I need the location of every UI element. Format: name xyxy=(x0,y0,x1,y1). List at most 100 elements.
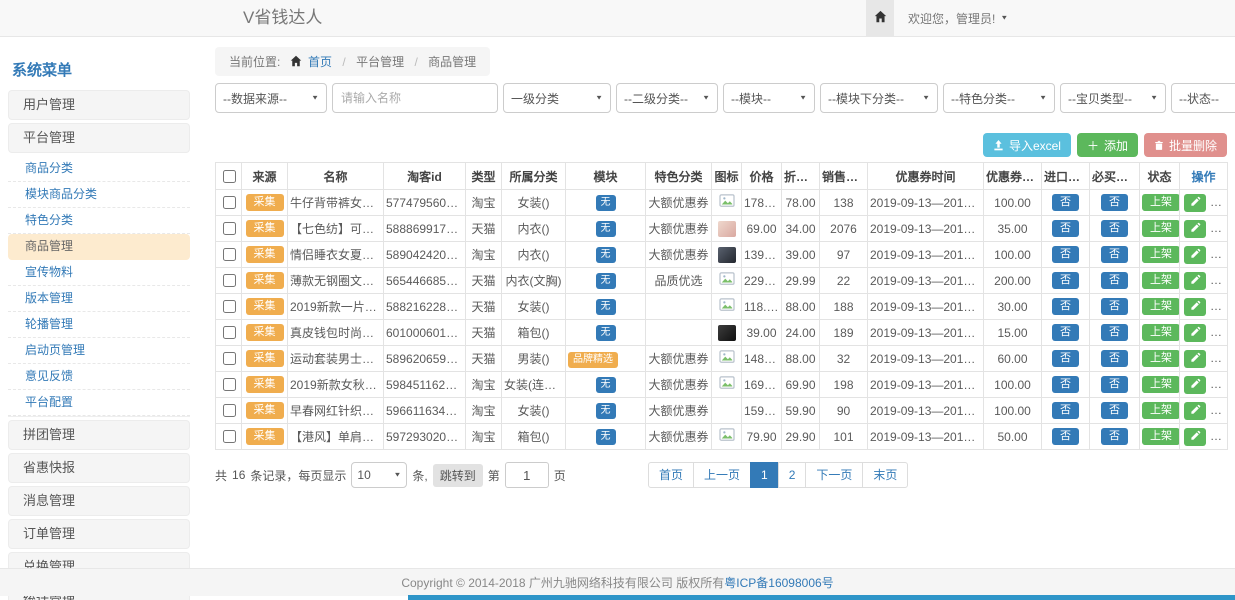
row-checkbox[interactable] xyxy=(223,222,236,235)
sidebar-item[interactable]: 消息管理 xyxy=(8,486,190,516)
status-badge[interactable]: 上架 xyxy=(1142,402,1180,419)
sidebar-item[interactable]: 省惠快报 xyxy=(8,453,190,483)
status-badge[interactable]: 上架 xyxy=(1142,376,1180,393)
page-button[interactable]: 末页 xyxy=(862,462,908,488)
sidebar-subitem[interactable]: 意见反馈 xyxy=(8,364,190,390)
module-badge[interactable]: 无 xyxy=(596,299,616,315)
name-search-input[interactable] xyxy=(332,83,498,113)
home-button[interactable] xyxy=(866,0,894,36)
import-select-toggle[interactable]: 否 xyxy=(1052,350,1079,367)
sidebar-subitem[interactable]: 商品分类 xyxy=(8,156,190,182)
module-badge[interactable]: 无 xyxy=(596,429,616,445)
status-badge[interactable]: 上架 xyxy=(1142,272,1180,289)
page-button[interactable]: 2 xyxy=(778,462,807,488)
page-size-select[interactable]: 10 ▼ xyxy=(351,462,407,488)
status-badge[interactable]: 上架 xyxy=(1142,428,1180,445)
user-menu[interactable]: 欢迎您，管理员! ▼ xyxy=(908,10,1008,27)
must-buy-toggle[interactable]: 否 xyxy=(1101,298,1128,315)
sidebar-subitem[interactable]: 平台配置 xyxy=(8,390,190,416)
import-select-toggle[interactable]: 否 xyxy=(1052,428,1079,445)
import-excel-button[interactable]: 导入excel xyxy=(983,133,1071,157)
module-badge[interactable]: 无 xyxy=(596,377,616,393)
import-select-toggle[interactable]: 否 xyxy=(1052,246,1079,263)
row-checkbox[interactable] xyxy=(223,300,236,313)
page-jump-input[interactable] xyxy=(505,462,549,488)
edit-button[interactable] xyxy=(1184,220,1206,238)
page-button[interactable]: 首页 xyxy=(648,462,694,488)
sidebar-subitem[interactable]: 宣传物料 xyxy=(8,260,190,286)
import-select-toggle[interactable]: 否 xyxy=(1052,402,1079,419)
edit-button[interactable] xyxy=(1184,298,1206,316)
edit-button[interactable] xyxy=(1184,376,1206,394)
import-select-toggle[interactable]: 否 xyxy=(1052,376,1079,393)
edit-button[interactable] xyxy=(1184,324,1206,342)
sidebar-item[interactable]: 订单管理 xyxy=(8,519,190,549)
must-buy-toggle[interactable]: 否 xyxy=(1101,402,1128,419)
jump-button[interactable]: 跳转到 xyxy=(433,464,483,487)
page-button[interactable]: 下一页 xyxy=(805,462,863,488)
status-badge[interactable]: 上架 xyxy=(1142,246,1180,263)
must-buy-toggle[interactable]: 否 xyxy=(1101,220,1128,237)
must-buy-toggle[interactable]: 否 xyxy=(1101,350,1128,367)
sidebar-subitem[interactable]: 版本管理 xyxy=(8,286,190,312)
module-badge[interactable]: 无 xyxy=(596,273,616,289)
data-source-select[interactable]: --数据来源--▼ xyxy=(215,83,327,113)
module-badge[interactable]: 无 xyxy=(596,195,616,211)
sidebar-subitem[interactable]: 商品管理 xyxy=(8,234,190,260)
edit-button[interactable] xyxy=(1184,194,1206,212)
row-checkbox[interactable] xyxy=(223,248,236,261)
row-checkbox[interactable] xyxy=(223,326,236,339)
must-buy-toggle[interactable]: 否 xyxy=(1101,272,1128,289)
row-checkbox[interactable] xyxy=(223,430,236,443)
status-select[interactable]: --状态--▼ xyxy=(1171,83,1235,113)
edit-button[interactable] xyxy=(1184,402,1206,420)
bulk-delete-button[interactable]: 批量删除 xyxy=(1144,133,1227,157)
module-badge[interactable]: 无 xyxy=(596,221,616,237)
add-button[interactable]: ＋ 添加 xyxy=(1077,133,1138,157)
status-badge[interactable]: 上架 xyxy=(1142,350,1180,367)
must-buy-toggle[interactable]: 否 xyxy=(1101,324,1128,341)
import-select-toggle[interactable]: 否 xyxy=(1052,220,1079,237)
status-badge[interactable]: 上架 xyxy=(1142,194,1180,211)
import-select-toggle[interactable]: 否 xyxy=(1052,324,1079,341)
must-buy-toggle[interactable]: 否 xyxy=(1101,376,1128,393)
page-button[interactable]: 1 xyxy=(750,462,779,488)
module-select[interactable]: --模块--▼ xyxy=(723,83,815,113)
edit-button[interactable] xyxy=(1184,272,1206,290)
edit-button[interactable] xyxy=(1184,428,1206,446)
page-button[interactable]: 上一页 xyxy=(693,462,751,488)
select-all-checkbox[interactable] xyxy=(223,170,236,183)
status-badge[interactable]: 上架 xyxy=(1142,324,1180,341)
sidebar-subitem[interactable]: 轮播管理 xyxy=(8,312,190,338)
must-buy-toggle[interactable]: 否 xyxy=(1101,246,1128,263)
breadcrumb-home-link[interactable]: 首页 xyxy=(308,55,332,69)
status-badge[interactable]: 上架 xyxy=(1142,220,1180,237)
row-checkbox[interactable] xyxy=(223,378,236,391)
sidebar-subitem[interactable]: 启动页管理 xyxy=(8,338,190,364)
module-badge[interactable]: 无 xyxy=(596,403,616,419)
sidebar-item[interactable]: 平台管理 xyxy=(8,123,190,153)
must-buy-toggle[interactable]: 否 xyxy=(1101,428,1128,445)
sidebar-subitem[interactable]: 模块商品分类 xyxy=(8,182,190,208)
row-checkbox[interactable] xyxy=(223,352,236,365)
status-badge[interactable]: 上架 xyxy=(1142,298,1180,315)
import-select-toggle[interactable]: 否 xyxy=(1052,298,1079,315)
item-type-select[interactable]: --宝贝类型--▼ xyxy=(1060,83,1166,113)
feature-category-select[interactable]: --特色分类--▼ xyxy=(943,83,1055,113)
row-checkbox[interactable] xyxy=(223,274,236,287)
module-badge[interactable]: 品牌精选 xyxy=(568,352,618,368)
must-buy-toggle[interactable]: 否 xyxy=(1101,194,1128,211)
import-select-toggle[interactable]: 否 xyxy=(1052,194,1079,211)
level1-category-select[interactable]: 一级分类▼ xyxy=(503,83,611,113)
sidebar-item[interactable]: 用户管理 xyxy=(8,90,190,120)
import-select-toggle[interactable]: 否 xyxy=(1052,272,1079,289)
sidebar-item[interactable]: 拼团管理 xyxy=(8,420,190,450)
module-badge[interactable]: 无 xyxy=(596,247,616,263)
icp-link[interactable]: 粤ICP备16098006号 xyxy=(724,576,833,590)
edit-button[interactable] xyxy=(1184,246,1206,264)
row-checkbox[interactable] xyxy=(223,404,236,417)
edit-button[interactable] xyxy=(1184,350,1206,368)
sidebar-subitem[interactable]: 特色分类 xyxy=(8,208,190,234)
level2-category-select[interactable]: --二级分类--▼ xyxy=(616,83,718,113)
module-subcategory-select[interactable]: --模块下分类--▼ xyxy=(820,83,938,113)
